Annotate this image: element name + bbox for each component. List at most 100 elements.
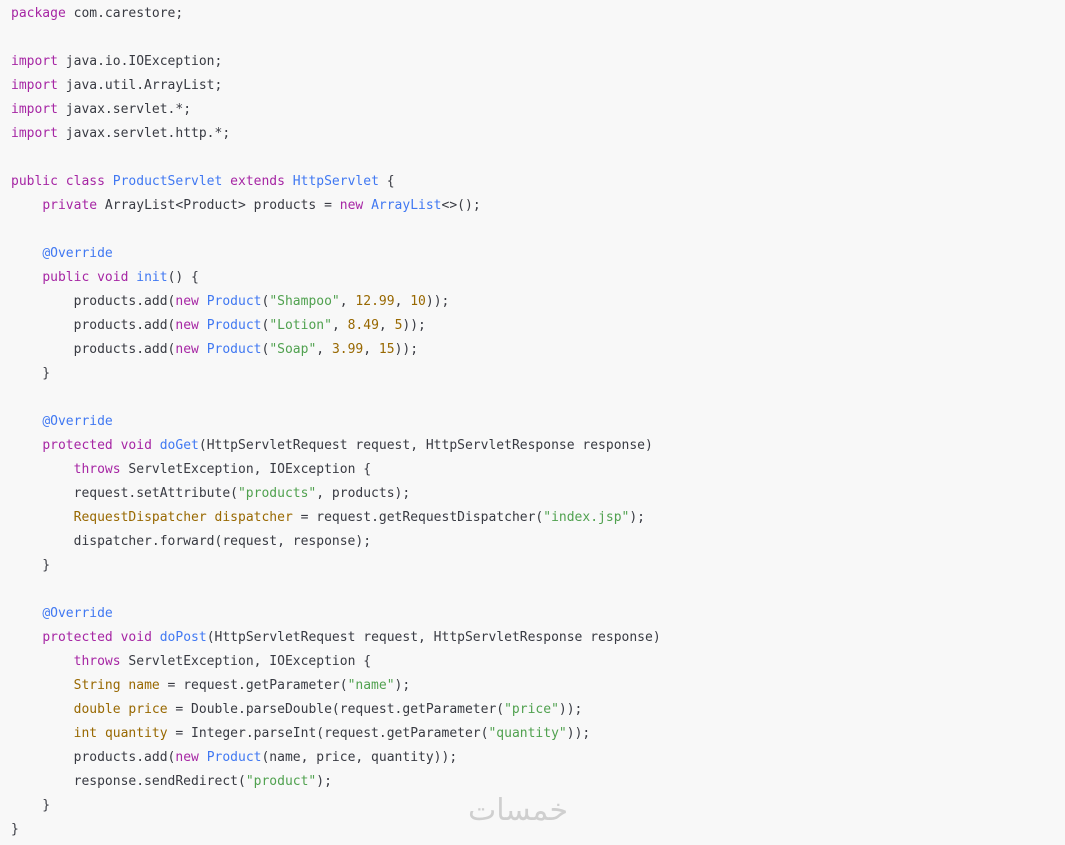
code-token: @Override — [42, 606, 113, 621]
code-line: public class ProductServlet extends Http… — [11, 170, 1065, 194]
code-token: String — [73, 678, 121, 693]
code-token: products.add( — [11, 342, 176, 357]
code-token: , — [339, 294, 356, 309]
code-line: products.add(new Product("Lotion", 8.49,… — [11, 314, 1065, 338]
code-token: (HttpServletRequest request, HttpServlet… — [198, 438, 653, 453]
code-token: new — [175, 294, 199, 309]
code-token: private — [42, 198, 98, 213]
code-line: package com.carestore; — [11, 2, 1065, 26]
code-token: ArrayList<Product> products = — [97, 198, 340, 213]
code-line: import javax.servlet.*; — [11, 98, 1065, 122]
code-token: , — [331, 318, 348, 333]
code-token: = Integer.parseInt(request.getParameter( — [167, 726, 489, 741]
code-token: = request.getParameter( — [159, 678, 348, 693]
code-token: new — [175, 750, 199, 765]
code-token: , products); — [316, 486, 411, 501]
code-token: new — [175, 318, 199, 333]
code-token: java.util.ArrayList; — [57, 78, 223, 93]
code-line: @Override — [11, 602, 1065, 626]
code-line: products.add(new Product("Soap", 3.99, 1… — [11, 338, 1065, 362]
code-token: products.add( — [11, 294, 176, 309]
code-line: int quantity = Integer.parseInt(request.… — [11, 722, 1065, 746]
code-token: )); — [566, 726, 591, 741]
code-token: "Lotion" — [269, 318, 332, 333]
code-line: throws ServletException, IOException { — [11, 650, 1065, 674]
code-token: new — [175, 342, 199, 357]
code-token: } — [11, 822, 19, 837]
code-token: } — [11, 366, 51, 381]
code-token: throws — [73, 462, 121, 477]
code-line: protected void doPost(HttpServletRequest… — [11, 626, 1065, 650]
code-token: ArrayList — [371, 198, 442, 213]
code-token: <>(); — [441, 198, 481, 213]
code-token: javax.servlet.*; — [57, 102, 192, 117]
code-token: ServletException, IOException { — [120, 654, 372, 669]
code-line: import java.util.ArrayList; — [11, 74, 1065, 98]
code-token: dispatcher — [214, 510, 293, 525]
code-line: RequestDispatcher dispatcher = request.g… — [11, 506, 1065, 530]
code-token: RequestDispatcher — [73, 510, 207, 525]
code-token: "products" — [237, 486, 317, 501]
code-token: 15 — [378, 342, 395, 357]
code-token: )); — [394, 342, 419, 357]
code-token: protected — [42, 438, 113, 453]
code-token: HttpServlet — [292, 174, 379, 189]
code-token: package — [11, 6, 66, 21]
code-viewer: package com.carestore; import java.io.IO… — [0, 0, 1065, 845]
code-token: , — [316, 342, 332, 357]
code-token: products.add( — [11, 750, 176, 765]
code-token: doPost — [159, 630, 207, 645]
code-token: price — [128, 702, 168, 717]
code-token: "product" — [245, 774, 317, 789]
code-line: import java.io.IOException; — [11, 50, 1065, 74]
code-line: private ArrayList<Product> products = ne… — [11, 194, 1065, 218]
code-token: ); — [629, 510, 645, 525]
code-line: public void init() { — [11, 266, 1065, 290]
code-token: () { — [167, 270, 199, 285]
code-token: "name" — [347, 678, 395, 693]
code-line: request.setAttribute("products", product… — [11, 482, 1065, 506]
code-line: String name = request.getParameter("name… — [11, 674, 1065, 698]
code-line: import javax.servlet.http.*; — [11, 122, 1065, 146]
code-token: "price" — [504, 702, 559, 717]
code-token: ProductServlet — [112, 174, 223, 189]
code-token: "quantity" — [488, 726, 567, 741]
code-token: 8.49 — [347, 318, 379, 333]
code-token: void — [120, 438, 152, 453]
code-token: extends — [230, 174, 285, 189]
watermark-logo: خمسات — [468, 793, 569, 828]
code-line: } — [11, 362, 1065, 386]
code-line: @Override — [11, 410, 1065, 434]
code-block[interactable]: package com.carestore; import java.io.IO… — [11, 2, 1065, 842]
code-token: void — [120, 630, 152, 645]
code-token: name — [128, 678, 160, 693]
code-token: ); — [316, 774, 332, 789]
code-token: 3.99 — [331, 342, 364, 357]
code-token: void — [97, 270, 129, 285]
code-token: ServletException, IOException { — [120, 462, 372, 477]
code-token: , — [363, 342, 379, 357]
code-token: } — [11, 558, 51, 573]
